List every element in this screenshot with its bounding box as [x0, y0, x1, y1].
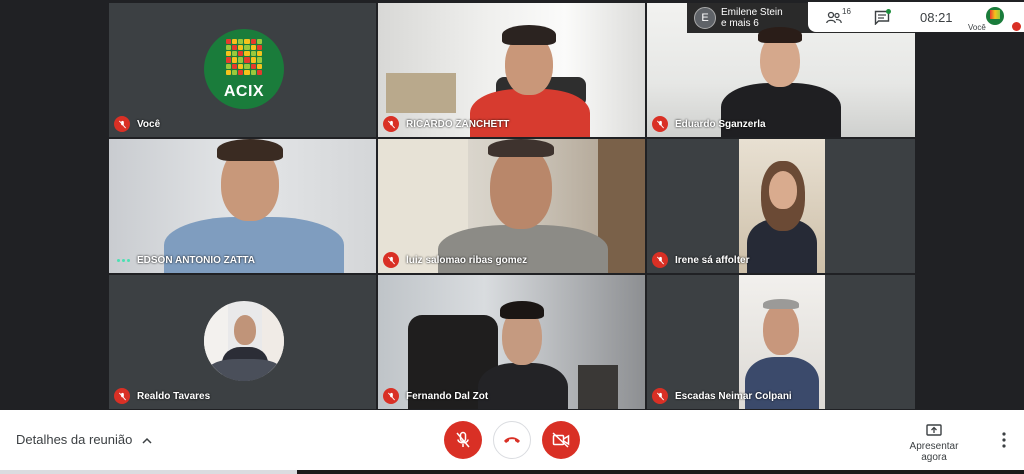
participant-initial-avatar: E: [694, 7, 716, 29]
participant-tile-irene[interactable]: Irene sá affolter: [646, 138, 916, 274]
participant-video: [109, 139, 376, 273]
logo-text: ACIX: [223, 83, 265, 100]
participant-tile-luiz[interactable]: luiz salomao ribas gomez: [377, 138, 646, 274]
meeting-details-label: Detalhes da reunião: [16, 432, 133, 447]
participant-video: [378, 139, 645, 273]
chat-notification-dot: [886, 9, 891, 14]
participant-name: Eduardo Sganzerla: [675, 119, 766, 130]
meeting-clock: 08:21: [920, 10, 953, 25]
mic-muted-icon: [383, 116, 399, 132]
progress-bar: [0, 470, 1024, 474]
hangup-button[interactable]: [493, 421, 531, 459]
meeting-stage: ACIX Você RICARDO ZANCHETT Eduardo Sganz…: [0, 0, 1024, 410]
present-screen-icon: [926, 424, 942, 436]
more-vert-icon: [1002, 432, 1006, 448]
meeting-details-toggle[interactable]: Detalhes da reunião: [16, 432, 152, 447]
people-icon: [826, 11, 842, 24]
participant-avatar: [204, 301, 284, 381]
speaking-indicator-icon: [117, 259, 131, 263]
participant-grid: ACIX Você RICARDO ZANCHETT Eduardo Sganz…: [108, 2, 916, 410]
participant-video: [739, 275, 825, 409]
participant-video: [378, 275, 645, 409]
camera-toggle-button[interactable]: [542, 421, 580, 459]
more-options-button[interactable]: [996, 430, 1012, 450]
participant-tile-edson[interactable]: EDSON ANTONIO ZATTA: [108, 138, 377, 274]
progress-fill: [0, 470, 297, 474]
participant-tile-self[interactable]: ACIX Você: [108, 2, 377, 138]
mic-off-icon: [456, 431, 470, 448]
hangup-icon: [504, 437, 520, 443]
participant-name: Realdo Tavares: [137, 391, 211, 402]
mic-muted-icon: [383, 252, 399, 268]
camera-off-icon: [552, 432, 570, 448]
mic-muted-icon: [383, 388, 399, 404]
chevron-up-icon: [142, 437, 152, 444]
participant-name: Você: [137, 119, 161, 130]
bottom-control-bar: Detalhes da reunião Apresentar agora: [0, 410, 1024, 474]
mic-muted-icon: [652, 252, 668, 268]
participant-name: EDSON ANTONIO ZATTA: [137, 255, 255, 266]
participant-tile-realdo[interactable]: Realdo Tavares: [108, 274, 377, 410]
participant-name: Fernando Dal Zot: [406, 391, 489, 402]
self-mic-muted-icon: [1012, 22, 1021, 31]
mic-muted-icon: [114, 388, 130, 404]
logo-dots-graphic: [226, 39, 262, 75]
mic-toggle-button[interactable]: [444, 421, 482, 459]
other-participants-chip[interactable]: E Emilene Stein e mais 6: [694, 4, 806, 32]
self-avatar[interactable]: [986, 7, 1004, 25]
self-label: Você: [968, 23, 986, 32]
people-button[interactable]: 16: [826, 7, 852, 27]
participant-name: Escadas Neimar Colpani: [675, 391, 792, 402]
mic-muted-icon: [652, 388, 668, 404]
participant-tile-neimar[interactable]: Escadas Neimar Colpani: [646, 274, 916, 410]
mic-muted-icon: [652, 116, 668, 132]
others-name: Emilene Stein: [721, 7, 783, 18]
participant-tile-ricardo[interactable]: RICARDO ZANCHETT: [377, 2, 646, 138]
others-count: e mais 6: [721, 18, 759, 29]
people-count: 16: [842, 7, 851, 16]
top-info-bar: 16 08:21 Você: [808, 2, 1024, 32]
participant-name: luiz salomao ribas gomez: [406, 255, 528, 266]
mic-muted-icon: [114, 116, 130, 132]
present-now-button[interactable]: Apresentar agora: [896, 424, 972, 463]
participant-name: RICARDO ZANCHETT: [406, 119, 510, 130]
chat-button[interactable]: [874, 9, 892, 26]
present-now-label: Apresentar agora: [909, 441, 959, 463]
participant-tile-fernando[interactable]: Fernando Dal Zot: [377, 274, 646, 410]
participant-video: [378, 3, 645, 137]
acix-logo: ACIX: [204, 29, 284, 109]
participant-video: [739, 139, 825, 273]
participant-name: Irene sá affolter: [675, 255, 750, 266]
